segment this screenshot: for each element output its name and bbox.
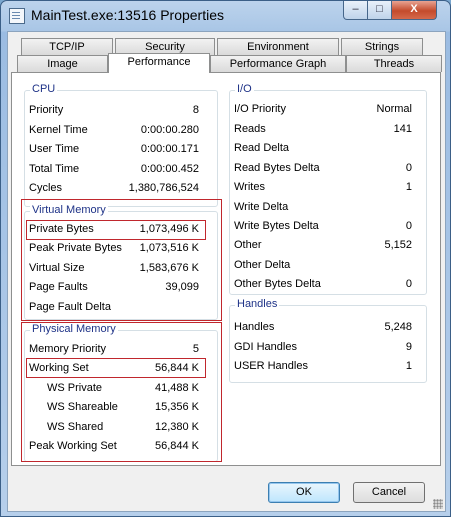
physical-memory-highlight-box <box>21 322 222 462</box>
maximize-button[interactable]: □ <box>367 1 392 20</box>
row-value: 9 <box>405 341 412 353</box>
tab-performance-graph[interactable]: Performance Graph <box>210 55 346 72</box>
row-value: 1 <box>405 181 412 193</box>
close-button[interactable]: X <box>391 1 437 20</box>
cpu-row-total-time: Total Time 0:00:00.452 <box>29 163 199 179</box>
row-value: 1 <box>405 360 412 372</box>
row-value: 0 <box>405 162 412 174</box>
cpu-row-cycles: Cycles 1,380,786,524 <box>29 182 199 198</box>
cancel-button[interactable]: Cancel <box>353 482 425 503</box>
io-row-other-delta: Other Delta <box>234 259 412 275</box>
cpu-group: CPU Priority 8 Kernel Time 0:00:00.280 Use… <box>24 83 218 207</box>
resize-grip-icon[interactable] <box>433 499 443 509</box>
row-label: Writes <box>234 181 265 193</box>
row-label: Handles <box>234 321 275 333</box>
private-bytes-highlight-box <box>26 220 206 240</box>
row-value: 5,248 <box>384 321 412 333</box>
row-value: 141 <box>393 123 412 135</box>
dialog-client: TCP/IP Security Environment Strings Imag… <box>7 31 446 512</box>
handles-group-title: Handles <box>235 298 280 310</box>
properties-window: MainTest.exe:13516 Properties – □ X TCP/… <box>0 0 451 517</box>
app-icon <box>9 8 25 24</box>
row-label: USER Handles <box>234 360 308 372</box>
row-value: 8 <box>192 104 199 116</box>
io-row-reads: Reads 141 <box>234 123 412 139</box>
row-value: Normal <box>376 103 412 115</box>
handles-row-handles: Handles 5,248 <box>234 321 412 337</box>
cpu-row-kernel-time: Kernel Time 0:00:00.280 <box>29 124 199 140</box>
row-value: 0:00:00.171 <box>140 143 199 155</box>
io-row-write-delta: Write Delta <box>234 201 412 217</box>
io-group-title: I/O <box>235 83 254 95</box>
tab-image[interactable]: Image <box>17 55 108 72</box>
virtual-memory-highlight-box <box>21 199 222 321</box>
tab-threads[interactable]: Threads <box>346 55 442 72</box>
io-row-write-bytes-delta: Write Bytes Delta 0 <box>234 220 412 236</box>
row-value: 5,152 <box>384 239 412 251</box>
tab-strings[interactable]: Strings <box>341 38 423 55</box>
handles-row-gdi-handles: GDI Handles 9 <box>234 341 412 357</box>
cpu-row-priority: Priority 8 <box>29 104 199 120</box>
io-group: I/O I/O Priority Normal Reads 141 Read Del… <box>229 83 427 295</box>
title-bar[interactable]: MainTest.exe:13516 Properties – □ X <box>1 1 450 29</box>
row-label: Other Delta <box>234 259 291 271</box>
cpu-group-title: CPU <box>30 83 58 95</box>
ok-button[interactable]: OK <box>268 482 340 503</box>
working-set-highlight-box <box>26 358 206 378</box>
io-row-writes: Writes 1 <box>234 181 412 197</box>
performance-panel: CPU Priority 8 Kernel Time 0:00:00.280 Use… <box>11 72 441 466</box>
row-label: Total Time <box>29 163 80 175</box>
row-value: 0:00:00.280 <box>140 124 199 136</box>
io-row-read-bytes-delta: Read Bytes Delta 0 <box>234 162 412 178</box>
io-row-other-bytes-delta: Other Bytes Delta 0 <box>234 278 412 294</box>
handles-row-user-handles: USER Handles 1 <box>234 360 412 376</box>
row-label: Priority <box>29 104 64 116</box>
handles-group: Handles Handles 5,248 GDI Handles 9 USER H… <box>229 298 427 383</box>
row-value: 0:00:00.452 <box>140 163 199 175</box>
tab-performance[interactable]: Performance <box>108 53 210 73</box>
row-label: Read Delta <box>234 142 290 154</box>
window-title: MainTest.exe:13516 Properties <box>31 7 224 23</box>
tab-environment[interactable]: Environment <box>217 38 339 55</box>
row-label: Read Bytes Delta <box>234 162 320 174</box>
minimize-button[interactable]: – <box>343 1 368 20</box>
row-label: Cycles <box>29 182 63 194</box>
row-label: Other Bytes Delta <box>234 278 321 290</box>
io-row-read-delta: Read Delta <box>234 142 412 158</box>
row-label: Reads <box>234 123 266 135</box>
tab-tcpip[interactable]: TCP/IP <box>21 38 113 55</box>
row-label: User Time <box>29 143 80 155</box>
row-label: Write Delta <box>234 201 289 213</box>
io-row-io-priority: I/O Priority Normal <box>234 103 412 119</box>
row-value: 0 <box>405 220 412 232</box>
io-row-other: Other 5,152 <box>234 239 412 255</box>
row-label: Other <box>234 239 262 251</box>
cpu-row-user-time: User Time 0:00:00.171 <box>29 143 199 159</box>
row-label: I/O Priority <box>234 103 286 115</box>
row-label: Kernel Time <box>29 124 88 136</box>
row-value: 0 <box>405 278 412 290</box>
row-label: Write Bytes Delta <box>234 220 319 232</box>
row-value: 1,380,786,524 <box>128 182 199 194</box>
row-label: GDI Handles <box>234 341 297 353</box>
